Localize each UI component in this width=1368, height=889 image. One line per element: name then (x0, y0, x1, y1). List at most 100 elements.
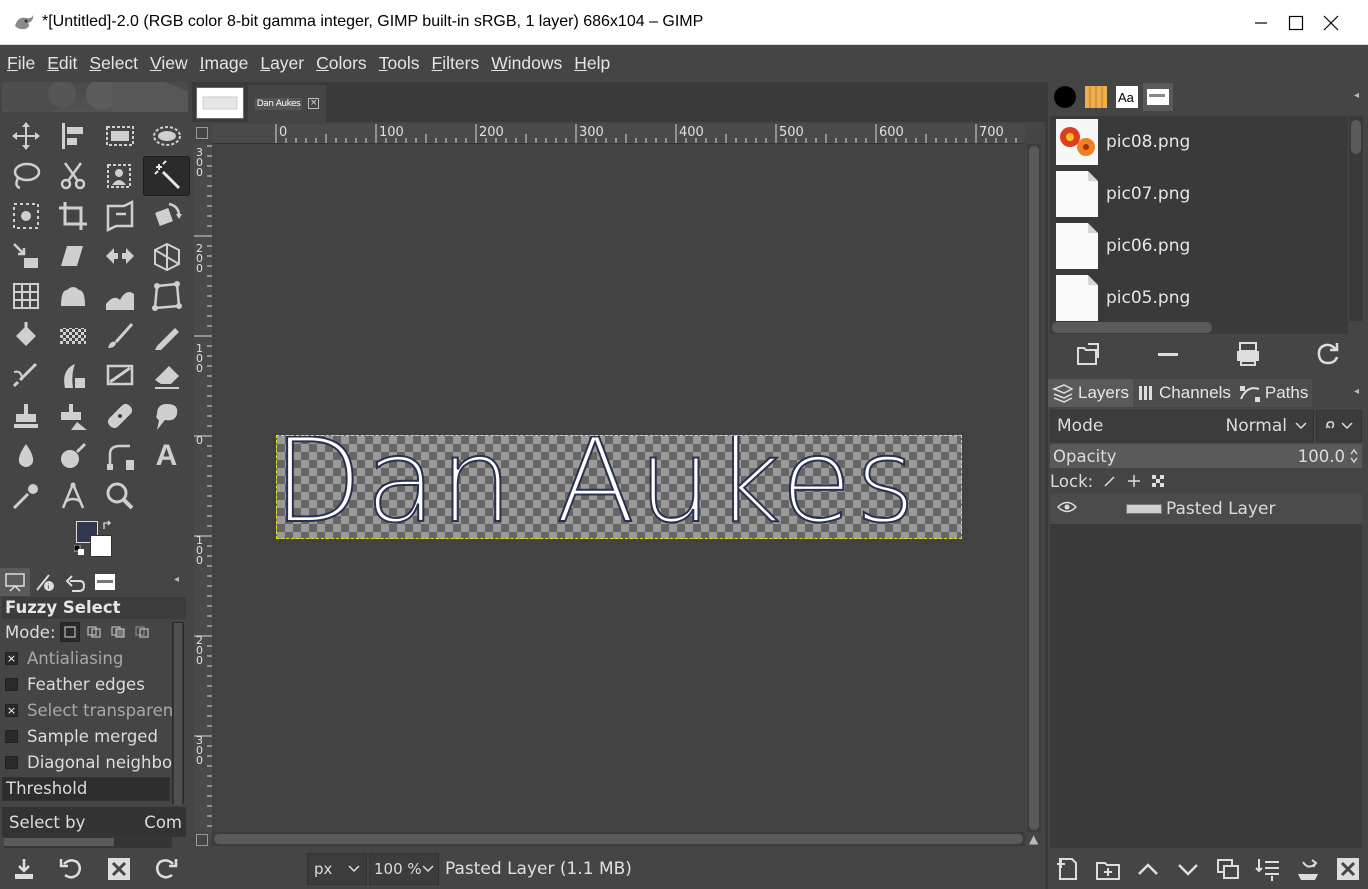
mode-intersect-button[interactable] (132, 622, 152, 642)
canvas-vscrollbar[interactable] (1027, 144, 1041, 832)
rotate-tool-button[interactable] (143, 196, 190, 236)
menu-select[interactable]: Select (89, 53, 138, 74)
swap-colors-icon[interactable] (102, 519, 114, 531)
menu-file[interactable]: File (7, 53, 35, 74)
unified-transform-tool-button[interactable] (96, 196, 143, 236)
tab-undo-history[interactable] (60, 568, 90, 596)
airbrush-tool-button[interactable] (2, 356, 49, 396)
cage-transform-tool-button[interactable] (2, 276, 49, 316)
close-window-button[interactable] (1296, 0, 1366, 45)
dock-menu-icon[interactable]: ◂ (1354, 90, 1366, 102)
lock-alpha-icon[interactable] (1151, 474, 1165, 488)
dock-menu-icon[interactable]: ◂ (1354, 386, 1366, 398)
tab-tool-options[interactable] (0, 568, 30, 596)
zoom-value[interactable]: 100 % (374, 860, 422, 878)
opacity-slider[interactable]: Opacity 100.0 (1050, 444, 1362, 468)
raise-layer-icon[interactable] (1135, 856, 1161, 882)
spin-arrows-icon[interactable] (1349, 447, 1359, 465)
diagonal-neighbors-checkbox[interactable] (5, 755, 18, 769)
scale-tool-button[interactable] (2, 236, 49, 276)
vertical-ruler[interactable]: 300 200 100 0 100 200 300 (194, 144, 212, 832)
heal-tool-button[interactable] (96, 396, 143, 436)
foreground-select-tool-button[interactable] (96, 156, 143, 196)
blur-tool-button[interactable] (2, 436, 49, 476)
merge-layer-icon[interactable] (1255, 856, 1281, 882)
select-by-combo[interactable]: Select by Com (2, 807, 186, 837)
antialiasing-option[interactable]: × Antialiasing (2, 645, 186, 671)
new-layer-icon[interactable] (1055, 856, 1081, 882)
image-canvas[interactable]: Dan Aukes (212, 144, 1025, 832)
zoom-tool-button[interactable] (96, 476, 143, 516)
background-color-swatch[interactable] (90, 535, 112, 557)
menu-filters[interactable]: Filters (432, 53, 480, 74)
ellipse-select-tool-button[interactable] (143, 116, 190, 156)
default-colors-icon[interactable] (74, 545, 84, 555)
perspective-clone-tool-button[interactable] (49, 396, 96, 436)
perspective-tool-button[interactable] (143, 236, 190, 276)
visibility-eye-icon[interactable] (1052, 499, 1082, 519)
images-hscrollbar[interactable] (1050, 321, 1348, 334)
lock-pixels-icon[interactable] (1103, 474, 1117, 488)
menu-image[interactable]: Image (200, 53, 249, 74)
clone-tool-button[interactable] (2, 396, 49, 436)
mypaint-brush-tool-button[interactable] (96, 356, 143, 396)
text-tool-button[interactable]: A (143, 436, 190, 476)
pasted-layer-canvas[interactable]: Dan Aukes (276, 435, 962, 539)
move-tool-button[interactable] (2, 116, 49, 156)
measure-tool-button[interactable] (49, 476, 96, 516)
mode-subtract-button[interactable] (108, 622, 128, 642)
tab-layers[interactable]: Layers (1048, 379, 1134, 407)
wilber-drop-zone[interactable] (2, 82, 188, 112)
smudge-tool-button[interactable] (143, 396, 190, 436)
refresh-icon[interactable] (1314, 340, 1342, 368)
flip-tool-button[interactable] (96, 236, 143, 276)
reset-options-icon[interactable] (153, 856, 179, 882)
images-hscroll-thumb[interactable] (1052, 322, 1212, 333)
tool-options-vscroll-thumb[interactable] (174, 623, 182, 805)
lower-layer-icon[interactable] (1175, 856, 1201, 882)
ruler-menu-button[interactable] (196, 127, 208, 139)
tool-options-hscrollbar[interactable] (4, 836, 172, 848)
delete-options-icon[interactable] (106, 856, 132, 882)
remove-image-icon[interactable] (1154, 340, 1182, 368)
canvas-hscrollbar[interactable] (212, 832, 1025, 846)
menu-view[interactable]: View (150, 53, 188, 74)
feather-edges-checkbox[interactable] (5, 677, 18, 691)
tab-patterns[interactable] (1081, 83, 1111, 111)
tab-images-dock[interactable] (1143, 83, 1173, 111)
menu-help[interactable]: Help (574, 53, 610, 74)
save-options-icon[interactable] (11, 856, 37, 882)
eraser-tool-button[interactable] (143, 356, 190, 396)
quick-mask-toggle[interactable] (196, 834, 208, 846)
tab-device-status[interactable]: i (30, 568, 60, 596)
tab-fonts[interactable]: Aa (1112, 83, 1142, 111)
color-picker-tool-button[interactable] (2, 476, 49, 516)
menu-windows[interactable]: Windows (491, 53, 562, 74)
list-item[interactable]: pic06.png (1050, 220, 1348, 272)
select-transparent-option[interactable]: × Select transparen (2, 697, 186, 723)
menu-edit[interactable]: Edit (47, 53, 77, 74)
canvas-hscroll-thumb[interactable] (214, 834, 1023, 844)
duplicate-layer-icon[interactable] (1215, 856, 1241, 882)
image-tab[interactable]: Dan Aukes × (248, 85, 326, 122)
align-tool-button[interactable] (49, 116, 96, 156)
composite-mode-button[interactable] (1316, 410, 1362, 442)
feather-edges-option[interactable]: Feather edges (2, 671, 186, 697)
delete-layer-icon[interactable] (1335, 856, 1361, 882)
navigate-icon[interactable]: ▲ (1029, 832, 1043, 846)
canvas-vscroll-thumb[interactable] (1029, 146, 1039, 830)
paintbrush-tool-button[interactable] (96, 316, 143, 356)
3d-transform-tool-button[interactable] (143, 276, 190, 316)
layer-mode-combo[interactable]: Mode Normal (1050, 410, 1314, 442)
images-vscrollbar[interactable] (1349, 116, 1363, 321)
mode-replace-button[interactable] (59, 622, 80, 642)
list-item[interactable]: pic07.png (1050, 168, 1348, 220)
lock-position-icon[interactable] (1127, 474, 1141, 488)
fuzzy-select-tool-button[interactable] (143, 156, 190, 196)
menu-colors[interactable]: Colors (316, 53, 367, 74)
dodge-burn-tool-button[interactable] (49, 436, 96, 476)
pencil-tool-button[interactable] (143, 316, 190, 356)
menu-tools[interactable]: Tools (379, 53, 420, 74)
shear-tool-button[interactable] (49, 236, 96, 276)
close-tab-icon[interactable]: × (308, 98, 320, 109)
